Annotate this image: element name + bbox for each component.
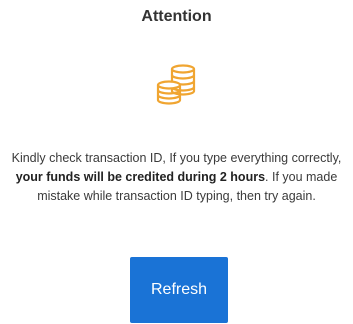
attention-dialog: Attention Kindly check transaction ID, I… [0, 0, 353, 324]
dialog-title: Attention [141, 8, 212, 25]
refresh-button[interactable]: Refresh [130, 257, 228, 323]
message-text: Kindly check transaction ID, If you type… [11, 151, 342, 165]
coins-stack-icon [156, 64, 196, 105]
dialog-message: Kindly check transaction ID, If you type… [6, 149, 347, 206]
message-emphasis: your funds will be credited during 2 hou… [15, 170, 266, 184]
